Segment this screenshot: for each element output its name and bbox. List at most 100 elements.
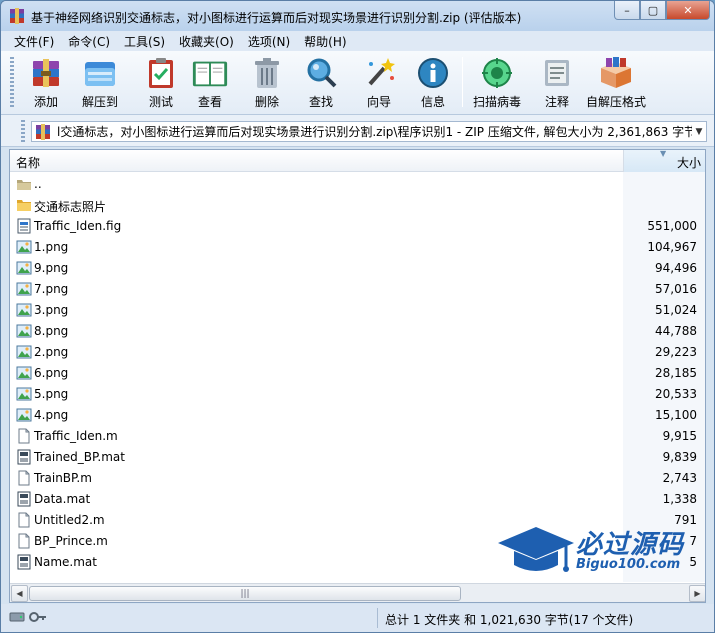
address-field[interactable]: l交通标志，对小图标进行运算而后对现实场景进行识别分割.zip\程序识别1 - … xyxy=(31,121,707,142)
file-row[interactable]: 4.png 15,100 xyxy=(10,405,705,426)
file-name: 交通标志照片 xyxy=(34,200,107,214)
file-size: 57,016 xyxy=(655,282,697,296)
file-name: 8.png xyxy=(34,324,69,338)
file-size: 551,000 xyxy=(647,219,697,233)
magnifier-icon xyxy=(302,55,340,91)
test-button[interactable]: 测试 xyxy=(142,55,180,111)
find-button[interactable]: 查找 xyxy=(302,55,340,111)
title-bar[interactable]: 基于神经网络识别交通标志，对小图标进行运算而后对现实场景进行识别分割.zip (… xyxy=(1,1,714,31)
wizard-button[interactable]: 向导 xyxy=(360,55,398,111)
add-button[interactable]: 添加 xyxy=(27,55,65,111)
graduation-cap-icon xyxy=(498,527,574,572)
info-button[interactable]: 信息 xyxy=(414,55,452,111)
winrar-app-icon[interactable] xyxy=(9,8,25,24)
image-file-icon xyxy=(16,344,32,360)
file-row[interactable]: Trained_BP.mat 9,839 xyxy=(10,447,705,468)
image-file-icon xyxy=(16,281,32,297)
toolbar-grip[interactable] xyxy=(10,57,14,107)
file-name: Traffic_Iden.fig xyxy=(34,219,122,233)
file-name: 6.png xyxy=(34,366,69,380)
file-row[interactable]: TrainBP.m 2,743 xyxy=(10,468,705,489)
file-row[interactable]: 8.png 44,788 xyxy=(10,321,705,342)
file-row[interactable]: 9.png 94,496 xyxy=(10,258,705,279)
drive-icon[interactable] xyxy=(9,610,25,624)
mat-file-icon xyxy=(16,554,32,570)
image-file-icon xyxy=(16,407,32,423)
file-row[interactable]: 6.png 28,185 xyxy=(10,363,705,384)
file-size: 104,967 xyxy=(647,240,697,254)
menu-help[interactable]: 帮助(H) xyxy=(297,33,353,50)
close-button[interactable]: ✕ xyxy=(666,1,710,20)
add-archive-icon xyxy=(27,55,65,91)
menu-tools[interactable]: 工具(S) xyxy=(117,33,172,50)
file-row[interactable]: 1.png 104,967 xyxy=(10,237,705,258)
menu-options[interactable]: 选项(N) xyxy=(241,33,297,50)
file-row[interactable]: 3.png 51,024 xyxy=(10,300,705,321)
comment-button[interactable]: 注释 xyxy=(538,55,576,111)
view-button[interactable]: 查看 xyxy=(191,55,229,111)
file-name: 9.png xyxy=(34,261,69,275)
image-file-icon xyxy=(16,323,32,339)
delete-label: 删除 xyxy=(254,95,279,109)
comment-note-icon xyxy=(538,55,576,91)
file-name: 3.png xyxy=(34,303,69,317)
extract-label: 解压到 xyxy=(81,95,118,109)
text-file-icon xyxy=(16,470,32,486)
address-bar: l交通标志，对小图标进行运算而后对现实场景进行识别分割.zip\程序识别1 - … xyxy=(1,115,714,147)
archive-icon xyxy=(36,123,50,140)
maximize-button[interactable]: ▢ xyxy=(640,1,666,20)
text-file-icon xyxy=(16,512,32,528)
window-title: 基于神经网络识别交通标志，对小图标进行运算而后对现实场景进行识别分割.zip (… xyxy=(31,11,522,25)
image-file-icon xyxy=(16,365,32,381)
file-size: 51,024 xyxy=(655,303,697,317)
toolbar-separator xyxy=(462,57,463,107)
file-name: 4.png xyxy=(34,408,69,422)
file-row[interactable]: .. xyxy=(10,174,705,195)
file-size: 44,788 xyxy=(655,324,697,338)
file-name: Name.mat xyxy=(34,555,97,569)
column-header-name[interactable]: 名称 xyxy=(16,154,40,171)
menu-file[interactable]: 文件(F) xyxy=(7,33,61,50)
horizontal-scrollbar[interactable]: ◀ ||| ▶ xyxy=(10,583,705,602)
info-label: 信息 xyxy=(420,95,445,109)
scroll-left-icon[interactable]: ◀ xyxy=(11,585,28,602)
file-size: 1,338 xyxy=(662,492,697,506)
menu-favorites[interactable]: 收藏夹(O) xyxy=(172,33,241,50)
file-name: Data.mat xyxy=(34,492,91,506)
up-folder-icon xyxy=(16,176,32,192)
sort-descending-icon: ▼ xyxy=(660,149,667,158)
file-size: 29,223 xyxy=(655,345,697,359)
file-row[interactable]: 7.png 57,016 xyxy=(10,279,705,300)
file-row[interactable]: Traffic_Iden.fig 551,000 xyxy=(10,216,705,237)
extract-button[interactable]: 解压到 xyxy=(81,55,119,111)
sfx-button[interactable]: 自解压格式 xyxy=(586,55,646,111)
delete-button[interactable]: 删除 xyxy=(248,55,286,111)
sfx-label: 自解压格式 xyxy=(586,95,647,109)
text-file-icon xyxy=(16,533,32,549)
address-grip[interactable] xyxy=(21,120,25,142)
key-icon[interactable] xyxy=(29,610,47,624)
file-row[interactable]: 2.png 29,223 xyxy=(10,342,705,363)
file-size: 28,185 xyxy=(655,366,697,380)
file-row[interactable]: 交通标志照片 xyxy=(10,195,705,216)
window-controls: – ▢ ✕ xyxy=(614,1,710,20)
file-size: 20,533 xyxy=(655,387,697,401)
image-file-icon xyxy=(16,386,32,402)
minimize-button[interactable]: – xyxy=(614,1,640,20)
column-header-size: 大小 xyxy=(676,156,701,170)
menu-commands[interactable]: 命令(C) xyxy=(61,33,117,50)
scroll-right-icon[interactable]: ▶ xyxy=(689,585,705,602)
text-file-icon xyxy=(16,428,32,444)
file-row[interactable]: Traffic_Iden.m 9,915 xyxy=(10,426,705,447)
scroll-thumb[interactable]: ||| xyxy=(29,586,461,601)
file-name: .. xyxy=(34,177,42,191)
virus-scan-icon xyxy=(478,55,516,91)
chevron-down-icon[interactable]: ▼ xyxy=(692,127,706,137)
sfx-box-icon xyxy=(597,55,635,91)
column-header-size-cell[interactable]: ▼ 大小 xyxy=(623,150,705,172)
file-row[interactable]: 5.png 20,533 xyxy=(10,384,705,405)
status-summary: 总计 1 文件夹 和 1,021,630 字节(17 个文件) xyxy=(385,613,634,627)
scan-virus-label: 扫描病毒 xyxy=(473,95,522,109)
scan-virus-button[interactable]: 扫描病毒 xyxy=(473,55,521,111)
file-row[interactable]: Data.mat 1,338 xyxy=(10,489,705,510)
